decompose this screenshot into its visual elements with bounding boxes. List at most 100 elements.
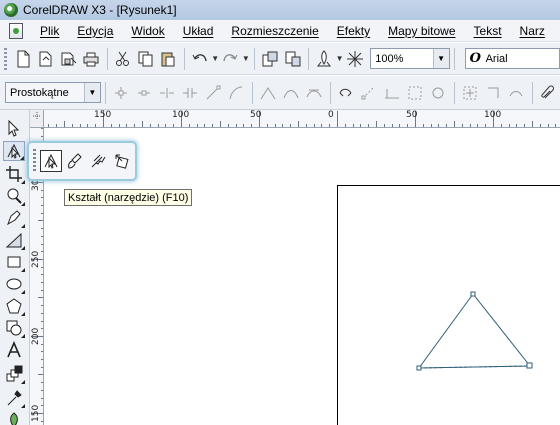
redo-button[interactable] [220, 48, 241, 70]
add-node-button[interactable] [111, 82, 132, 104]
menu-plik[interactable]: Plik [31, 24, 68, 38]
outline-tool[interactable] [3, 410, 25, 425]
align-nodes-button[interactable] [460, 82, 481, 104]
ruler-tick [298, 121, 299, 127]
rotate-nodes-button[interactable] [428, 82, 449, 104]
ruler-origin-icon [33, 112, 41, 120]
menu-widok[interactable]: Widok [122, 24, 173, 38]
menu-efekty[interactable]: Efekty [328, 24, 379, 38]
menu-mapy-bitowe[interactable]: Mapy bitowe [379, 24, 464, 38]
reverse-direction-button[interactable] [336, 82, 357, 104]
ruler-tick [41, 421, 43, 422]
ruler-label: 0 [328, 110, 334, 120]
ruler-tick [64, 121, 65, 127]
undo-button[interactable] [190, 48, 211, 70]
chevron-down-icon[interactable]: ▼ [432, 49, 449, 68]
save-icon [61, 52, 76, 65]
shape-tool[interactable] [3, 141, 25, 161]
freehand-tool[interactable] [3, 208, 25, 228]
pick-tool[interactable] [3, 118, 25, 138]
welcome-screen-button[interactable] [345, 48, 366, 70]
print-button[interactable] [81, 48, 102, 70]
export-button[interactable] [282, 48, 303, 70]
elastic-mode-button[interactable] [506, 82, 527, 104]
cusp-node-button[interactable] [258, 82, 279, 104]
ellipse-tool[interactable] [3, 274, 25, 294]
chevron-down-icon[interactable]: ▼ [336, 54, 344, 63]
zoom-level-value: 100% [375, 52, 404, 65]
free-transform-icon [115, 154, 129, 169]
interactive-blend-tool[interactable] [3, 364, 25, 384]
new-document-button[interactable] [13, 48, 34, 70]
symmetrical-node-button[interactable] [304, 82, 325, 104]
smart-fill-tool[interactable] [3, 230, 25, 250]
eyedropper-tool[interactable] [3, 388, 25, 408]
menu-narzedzia[interactable]: Narz [511, 24, 554, 38]
menu-edycja[interactable]: Edycja [68, 24, 122, 38]
stretch-nodes-icon [408, 86, 422, 99]
outline-pen-icon [10, 412, 18, 425]
text-tool[interactable] [3, 340, 25, 360]
reduce-nodes-button[interactable] [538, 82, 559, 104]
flyout-indicator [21, 224, 25, 228]
toolbar-separator [106, 47, 108, 70]
flyout-roughen-brush-button[interactable] [88, 150, 110, 172]
copy-button[interactable] [135, 48, 156, 70]
zoom-level-select[interactable]: 100% ▼ [370, 48, 450, 69]
horizontal-ruler[interactable]: 150 100 50 0 50 100 [30, 110, 560, 128]
import-icon [262, 51, 278, 66]
convert-to-line-button[interactable] [203, 82, 224, 104]
ruler-tick [41, 244, 43, 245]
application-launcher-button[interactable] [314, 48, 335, 70]
flyout-grip[interactable] [33, 149, 36, 173]
ruler-label: 100 [172, 110, 190, 120]
extend-curve-button[interactable] [359, 82, 380, 104]
chevron-down-icon[interactable]: ▼ [211, 54, 219, 63]
open-button[interactable] [36, 48, 57, 70]
menu-bar: Plik Edycja Widok Układ Rozmieszczenie E… [0, 20, 560, 42]
extend-curve-icon [361, 86, 375, 99]
menu-rozmieszczenie[interactable]: Rozmieszczenie [222, 24, 327, 38]
smooth-node-button[interactable] [281, 82, 302, 104]
extract-subpath-button[interactable] [382, 82, 403, 104]
chevron-down-icon[interactable]: ▼ [83, 83, 100, 102]
smooth-node-icon [283, 89, 299, 98]
ruler-label: 150 [94, 110, 112, 120]
flyout-indicator [21, 334, 25, 338]
ruler-tick [41, 359, 43, 360]
basic-shapes-tool[interactable] [3, 318, 25, 338]
elastic-mode-icon [509, 90, 523, 96]
chevron-down-icon[interactable]: ▼ [242, 54, 250, 63]
flyout-free-transform-button[interactable] [111, 150, 133, 172]
stretch-nodes-button[interactable] [405, 82, 426, 104]
reflect-nodes-button[interactable] [483, 82, 504, 104]
flyout-shape-tool-button[interactable] [39, 150, 62, 172]
menu-uklad[interactable]: Układ [174, 24, 223, 38]
paperclip-icon [541, 85, 555, 98]
ruler-tick [41, 390, 43, 391]
flyout-smudge-brush-button[interactable] [64, 150, 86, 172]
document-icon[interactable] [9, 22, 23, 39]
save-button[interactable] [58, 48, 79, 70]
zoom-tool[interactable] [3, 186, 25, 206]
import-button[interactable] [260, 48, 281, 70]
polygon-tool[interactable] [3, 296, 25, 316]
paste-button[interactable] [158, 48, 179, 70]
ruler-origin-corner[interactable] [30, 110, 44, 128]
menu-tekst[interactable]: Tekst [465, 24, 511, 38]
ruler-label: 250 [31, 250, 41, 268]
break-curve-button[interactable] [180, 82, 201, 104]
cut-button[interactable] [113, 48, 134, 70]
convert-to-curve-button[interactable] [226, 82, 247, 104]
flyout-indicator [21, 312, 25, 316]
ruler-tick [41, 351, 43, 352]
crop-tool[interactable] [3, 164, 25, 184]
join-nodes-button[interactable] [157, 82, 178, 104]
ruler-tick [532, 121, 533, 127]
delete-node-button[interactable] [134, 82, 155, 104]
font-family-select[interactable]: O Arial [464, 48, 560, 69]
rectangle-tool[interactable] [3, 252, 25, 272]
welcome-icon [346, 50, 363, 67]
toolbar-grip[interactable] [4, 47, 7, 70]
node-selection-mode-select[interactable]: Prostokątne ▼ [5, 82, 101, 103]
